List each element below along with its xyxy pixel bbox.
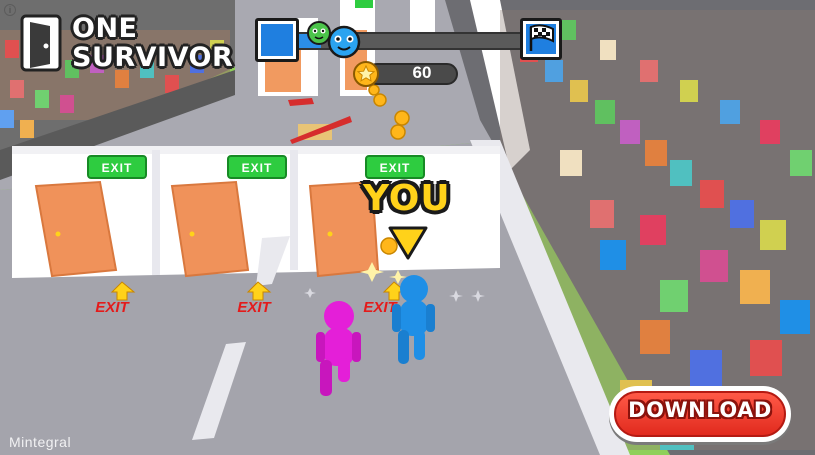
star-coin-icon [353,61,379,87]
exit-sign-2: EXIT [227,155,287,179]
door-icon [20,14,62,72]
download-button[interactable]: DOWNLOAD [609,386,791,442]
logo-line-2: SURVIVOR [72,42,234,73]
svg-text:EXIT: EXIT [237,299,272,316]
exit-sign-1: EXIT [87,155,147,179]
logo-line-1: ONE [72,13,138,44]
progress-start-marker [255,18,299,62]
svg-text:EXIT: EXIT [95,299,130,316]
svg-text:EXIT: EXIT [102,161,133,175]
svg-text:EXIT: EXIT [242,161,273,175]
download-button-label: DOWNLOAD [628,398,772,422]
mintegral-watermark: Mintegral [9,434,72,450]
game-stage: EXIT EXIT EXIT EXIT EXIT EXIT i ONE SURV… [0,0,815,455]
logo-title: ONE SURVIVOR [72,14,233,72]
game-logo: ONE SURVIVOR [12,10,240,76]
down-arrow-icon [388,226,428,260]
coin-counter: 60 [352,60,458,88]
checkered-flag-icon [520,18,562,60]
exit-sign-3: EXIT [365,155,425,179]
blue-character-face-icon [327,25,361,59]
player-label: YOU [363,178,451,219]
svg-text:EXIT: EXIT [380,161,411,175]
coin-count: 60 [412,63,432,82]
